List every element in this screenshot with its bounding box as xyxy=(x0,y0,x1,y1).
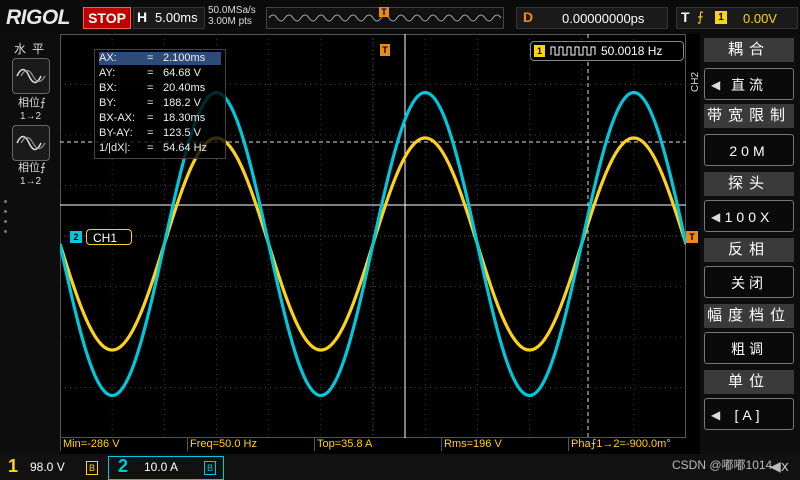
measurement-item[interactable]: Freq=50.0 Hz xyxy=(187,438,314,451)
ch1-tag[interactable]: CH1 xyxy=(86,229,132,245)
counter-value: 50.0018 Hz xyxy=(601,44,663,58)
phase-sub-1: 1→2 xyxy=(20,111,42,122)
trigger-box[interactable]: T ⨍ 1 0.00V xyxy=(676,7,798,29)
phase-label-1: 相位⨍ xyxy=(18,97,46,109)
menu-vscale-value[interactable]: 粗调 xyxy=(704,332,794,364)
chevron-left-icon: ◀ xyxy=(711,408,721,422)
ch1-number[interactable]: 1 xyxy=(8,456,18,477)
memory-depth: 3.00M pts xyxy=(208,16,252,27)
chevron-left-icon: ◀ xyxy=(711,210,721,224)
menu-unit-value[interactable]: ◀ [A] xyxy=(704,398,794,430)
menu-probe-head: 探头 xyxy=(704,172,794,196)
trigger-label: T xyxy=(681,9,690,25)
horizontal-label: H xyxy=(137,9,148,25)
trigger-level-marker[interactable]: T xyxy=(686,231,698,243)
phase-label-2: 相位⨍ xyxy=(18,162,46,174)
ch2-offset-marker[interactable]: 2 xyxy=(70,231,82,243)
bandwidth-limit-icon: B xyxy=(204,461,216,475)
menu-coupling-head: 耦合 xyxy=(704,38,794,62)
panel-scroll-dots xyxy=(4,200,8,240)
menu-bandwidth-head: 带宽限制 xyxy=(704,104,794,128)
frequency-counter[interactable]: 1 50.0018 Hz xyxy=(530,41,684,61)
measurement-item[interactable]: Min=-286 V xyxy=(60,438,187,451)
sample-rate: 50.0MSa/s xyxy=(208,5,256,16)
delay-box[interactable]: D 0.00000000ps xyxy=(516,7,668,29)
menu-coupling-value[interactable]: ◀ 直流 xyxy=(704,68,794,100)
delay-value: 0.00000000ps xyxy=(562,11,645,26)
timebase-value: 5.00ms xyxy=(155,10,198,25)
menu-channel-label: CH2 xyxy=(690,71,701,92)
menu-vscale-head: 幅度档位 xyxy=(704,304,794,328)
measurement-item[interactable]: Pha⨍1→2=-900.0m° xyxy=(568,438,687,451)
rising-edge-icon: ⨍ xyxy=(697,9,704,24)
phase-sub-2: 1→2 xyxy=(20,176,42,187)
menu-invert-head: 反相 xyxy=(704,238,794,262)
ch2-number[interactable]: 2 xyxy=(118,456,128,477)
trigger-source: 1 xyxy=(715,11,727,24)
trigger-position-marker[interactable]: T xyxy=(379,7,389,17)
phase-measure-icon[interactable] xyxy=(12,58,50,94)
speaker-mute-icon[interactable]: ◀ⅹ xyxy=(770,458,789,475)
bandwidth-limit-icon: B xyxy=(86,461,98,475)
run-stop-indicator[interactable]: STOP xyxy=(83,7,131,29)
measurement-item[interactable]: Top=35.8 A xyxy=(314,438,441,451)
counter-source: 1 xyxy=(534,45,545,57)
cursor-row: AX: = 2.100ms xyxy=(99,52,221,65)
menu-bandwidth-value[interactable]: 20M xyxy=(704,134,794,166)
timebase-box[interactable]: H 5.00ms xyxy=(133,7,205,29)
measurement-item[interactable]: Rms=196 V xyxy=(441,438,568,451)
menu-invert-value[interactable]: 关闭 xyxy=(704,266,794,298)
watermark-text: CSDN @嘟嘟1014 xyxy=(672,458,773,472)
menu-unit-head: 单位 xyxy=(704,370,794,394)
phase-measure-icon[interactable] xyxy=(12,125,50,161)
acquisition-info: 50.0MSa/s 3.00M pts xyxy=(208,5,256,27)
brand-logo: RIGOL xyxy=(6,6,71,29)
square-wave-icon xyxy=(550,46,596,56)
trigger-level: 0.00V xyxy=(743,11,777,26)
ch2-scale: 10.0 A xyxy=(144,460,179,474)
cursor-readout: AX: = 2.100ms AY: = 64.68 V BX: = 20.40ms BY: =… xyxy=(94,49,226,159)
delay-label: D xyxy=(523,9,534,25)
menu-probe-value[interactable]: ◀ 100X xyxy=(704,200,794,232)
horizontal-title: 水平 xyxy=(14,42,51,56)
trigger-top-marker[interactable]: T xyxy=(380,44,390,56)
ch1-scale: 98.0 V xyxy=(30,460,65,474)
chevron-left-icon: ◀ xyxy=(711,78,721,92)
